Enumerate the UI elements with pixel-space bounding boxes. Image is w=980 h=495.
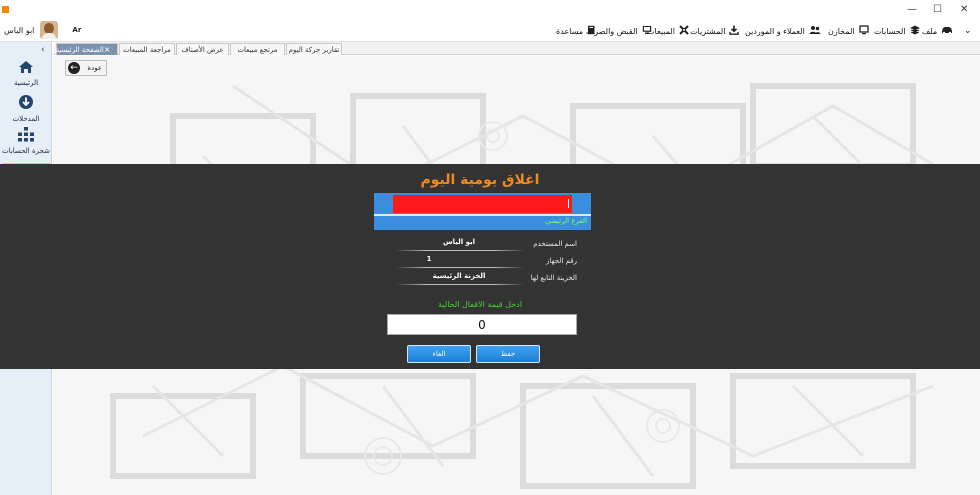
user-box[interactable]: ابو الياس Ar [4, 21, 81, 39]
dialog-title: اغلاق يومية اليوم [420, 172, 540, 188]
monitor-icon [858, 24, 869, 38]
collapse-sidebar-icon[interactable]: ‹ [41, 45, 45, 55]
language-toggle[interactable]: Ar [72, 26, 81, 34]
treasury-label: الخزينة التابع لها [530, 274, 577, 282]
user-name-value: ابو الياس [442, 238, 476, 246]
minimize-button[interactable]: — [907, 4, 917, 15]
sidebar-item-accounts-tree[interactable]: شجرة الحسابات [0, 126, 52, 155]
home-icon [0, 60, 52, 76]
arrow-down-circle-icon [0, 94, 52, 112]
branch-panel: الفرع الرئيسي [374, 193, 591, 230]
tab-home[interactable]: الصفحة الرئيسية × [56, 43, 118, 55]
user-name-label: اسم المستخدم [533, 240, 577, 248]
title-bar: — ☐ ✕ [0, 0, 980, 20]
sidebar-item-home[interactable]: الرئيسية [0, 60, 52, 87]
menu-bar: ⌄ ملف الحسابات المخازن العملاء و الموردي… [0, 20, 980, 42]
tab-daily-movement-reports[interactable]: تقارير حركة اليوم [286, 43, 342, 55]
menu-sales[interactable]: المبيعات [647, 24, 689, 38]
menu-help[interactable]: مساعدة [556, 24, 596, 38]
close-window-button[interactable]: ✕ [960, 4, 968, 15]
tab-strip: الصفحة الرئيسية × مراجعة المبيعات عرض ال… [54, 42, 980, 55]
stack-icon [909, 25, 920, 38]
tools-icon [679, 24, 689, 38]
device-number-label: رقم الجهاز [546, 257, 577, 265]
closing-amount-prompt: ادخل قيمة الاقفال الحالية [438, 300, 522, 309]
menu-file[interactable]: ملف [922, 24, 953, 38]
menu-customers-suppliers[interactable]: العملاء و الموردين [745, 24, 821, 38]
close-day-dialog: اغلاق يومية اليوم الفرع الرئيسي اسم المس… [0, 164, 980, 369]
treasury-value: الخزنة الرئيسية [432, 272, 486, 280]
arrow-left-icon: ← [68, 62, 80, 74]
user-name: ابو الياس [4, 25, 35, 35]
back-button[interactable]: ← عودة [65, 60, 107, 76]
menu-purchases[interactable]: المشتريات [690, 24, 740, 38]
maximize-button[interactable]: ☐ [933, 4, 942, 15]
car-icon [941, 25, 953, 37]
menu-dropdown-icon[interactable]: ⌄ [964, 24, 972, 38]
users-icon [809, 25, 821, 38]
tab-sales-review[interactable]: مراجعة المبيعات [119, 43, 175, 55]
avatar [40, 21, 59, 39]
book-icon [587, 25, 596, 38]
tab-items-view[interactable]: عرض الأصناف [176, 43, 229, 55]
close-tab-icon[interactable]: × [104, 45, 111, 54]
sidebar-item-inputs[interactable]: المدخلات [0, 94, 52, 123]
branch-label: الفرع الرئيسي [545, 217, 587, 225]
save-button[interactable]: حفظ [476, 345, 540, 363]
closing-amount-input[interactable] [387, 314, 577, 335]
menu-accounts[interactable]: الحسابات [874, 24, 920, 38]
redacted-field [393, 195, 572, 213]
download-icon [729, 25, 740, 38]
device-number-value: 1 [426, 255, 432, 263]
app-icon [2, 6, 9, 13]
cancel-button[interactable]: الغاء [407, 345, 471, 363]
tab-sales-returns[interactable]: مرتجع مبيعات [230, 43, 285, 55]
desktop-icon [642, 25, 652, 38]
org-chart-icon [0, 126, 52, 144]
menu-warehouses[interactable]: المخازن [828, 24, 869, 38]
